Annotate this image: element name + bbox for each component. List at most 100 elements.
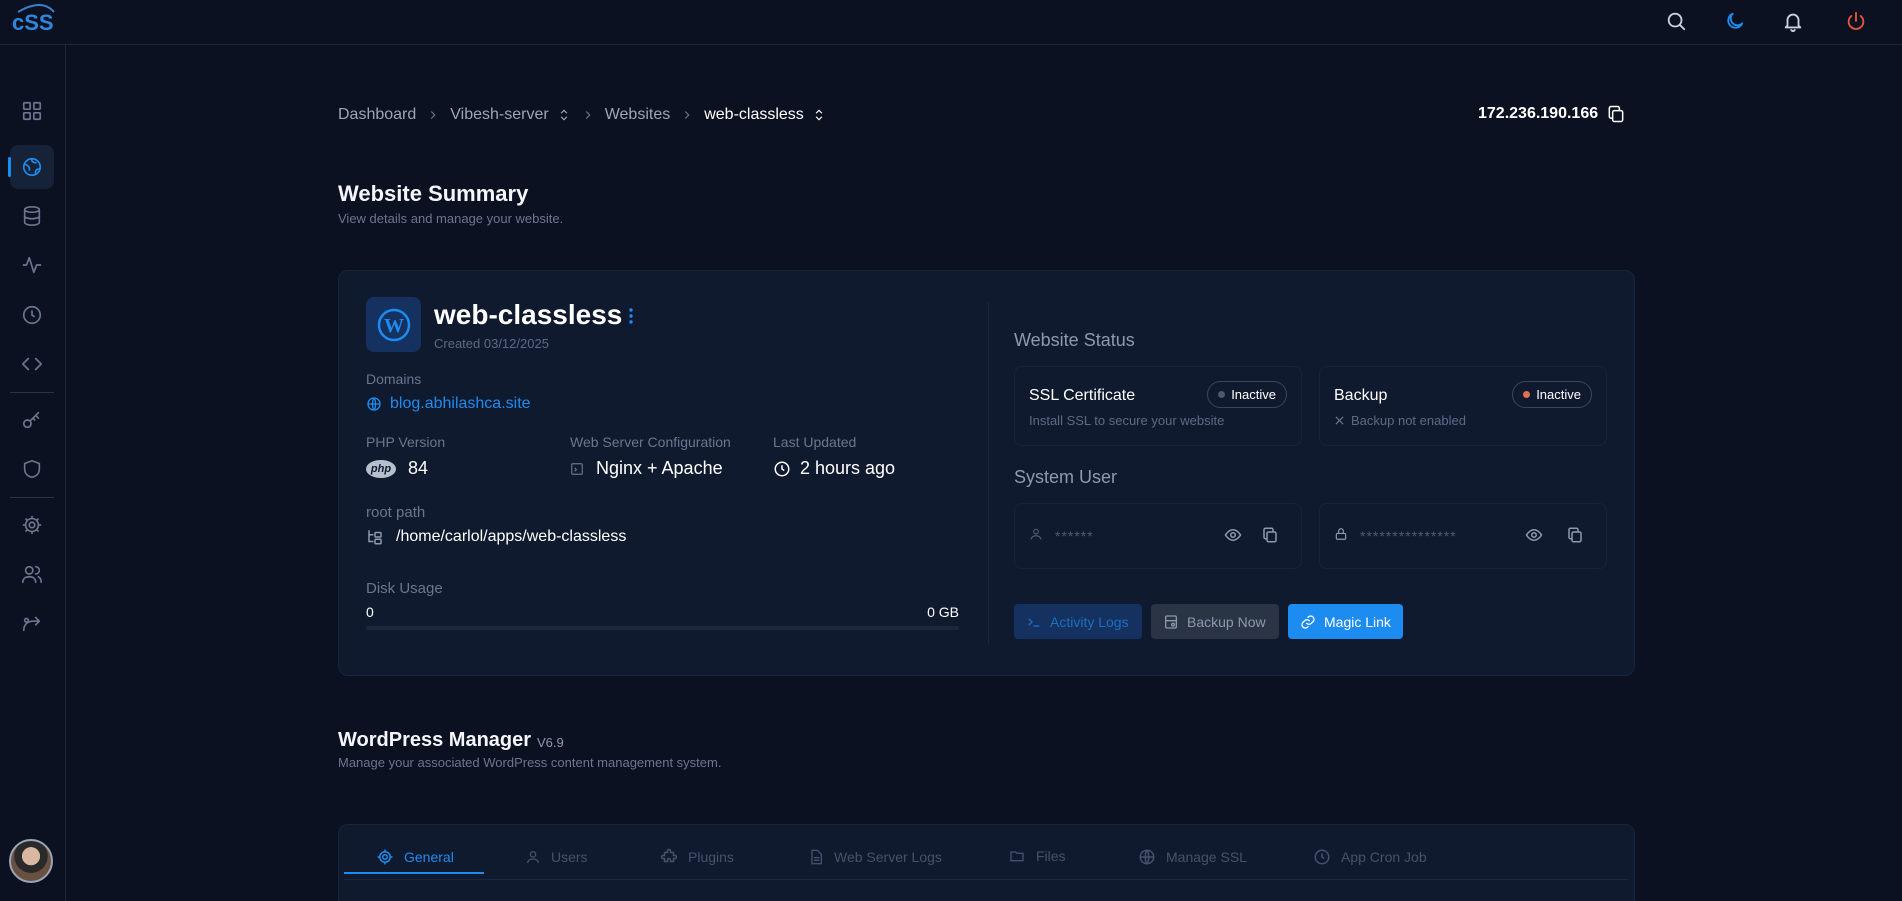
dashboard-grid-icon[interactable] — [10, 89, 54, 133]
last-updated-label: Last Updated — [773, 434, 857, 450]
chevron-up-down-icon[interactable] — [812, 107, 826, 123]
breadcrumb-dashboard[interactable]: Dashboard — [338, 106, 416, 124]
backup-now-label: Backup Now — [1187, 613, 1266, 630]
last-updated: 2 hours ago — [773, 458, 895, 479]
clock-icon[interactable] — [10, 293, 54, 337]
chevron-up-down-icon[interactable] — [557, 107, 571, 123]
tab-plugins-label: Plugins — [688, 849, 734, 865]
backup-icon — [1165, 614, 1177, 629]
magic-link-button[interactable]: Magic Link — [1288, 604, 1403, 639]
disk-usage-max: 0 GB — [927, 604, 959, 620]
domain-text: blog.abhilashca.site — [390, 395, 531, 412]
activity-logs-button[interactable]: Activity Logs — [1014, 604, 1142, 639]
magic-link-label: Magic Link — [1324, 613, 1391, 630]
root-path-value: /home/carlol/apps/web-classless — [396, 528, 627, 545]
activity-icon[interactable] — [10, 243, 54, 287]
eye-icon[interactable] — [1223, 526, 1243, 544]
ssl-description: Install SSL to secure your website — [1029, 413, 1225, 428]
gear-icon — [377, 849, 393, 865]
domains-label: Domains — [366, 371, 422, 387]
tab-manage-ssl[interactable]: Manage SSL — [1138, 848, 1247, 866]
shield-icon[interactable] — [10, 447, 54, 491]
root-path: /home/carlol/apps/web-classless — [366, 528, 626, 546]
ssl-status-badge: Inactive — [1207, 381, 1287, 408]
backup-title: Backup — [1334, 387, 1388, 404]
php-version: php 84 — [366, 458, 428, 479]
ssl-certificate-title: SSL Certificate — [1029, 387, 1136, 404]
power-icon[interactable] — [1841, 6, 1871, 36]
code-icon[interactable] — [10, 342, 54, 386]
backup-description: Backup not enabled — [1351, 413, 1466, 428]
status-dot — [1218, 391, 1226, 398]
key-icon[interactable] — [10, 398, 54, 442]
user-icon — [527, 851, 539, 864]
moon-icon[interactable] — [1720, 6, 1750, 36]
wordpress-manager-subtitle: Manage your associated WordPress content… — [338, 755, 722, 770]
wordpress-version: V6.9 — [537, 735, 564, 750]
card-divider — [988, 302, 989, 644]
svg-text:cSS: cSS — [12, 10, 54, 35]
disk-usage-min: 0 — [366, 604, 374, 620]
username-mask: ****** — [1055, 528, 1094, 544]
breadcrumb-current-site[interactable]: web-classless — [704, 106, 804, 124]
active-tab-indicator — [344, 872, 484, 874]
globe-icon — [366, 396, 382, 412]
copy-icon[interactable] — [1566, 526, 1584, 544]
route-icon[interactable] — [10, 601, 54, 645]
top-bar: cSS — [0, 0, 1902, 45]
breadcrumb: Dashboard Vibesh-server Websites web-cla… — [338, 104, 826, 126]
wordpress-logo-icon: W — [366, 297, 421, 352]
breadcrumb-server[interactable]: Vibesh-server — [450, 106, 548, 124]
tab-plugins[interactable]: Plugins — [660, 848, 734, 866]
tab-manage-ssl-label: Manage SSL — [1166, 849, 1247, 865]
php-version-label: PHP Version — [366, 434, 446, 450]
gear-icon[interactable] — [10, 503, 54, 547]
root-path-label: root path — [366, 504, 426, 521]
chevron-right-icon — [426, 108, 440, 122]
domain-link[interactable]: blog.abhilashca.site — [366, 395, 531, 413]
app-logo[interactable]: cSS — [8, 2, 60, 38]
user-avatar[interactable] — [9, 839, 53, 883]
backup-now-button[interactable]: Backup Now — [1151, 604, 1279, 639]
tabs-divider — [344, 879, 1628, 880]
disk-usage-range: 0 0 GB — [366, 604, 959, 620]
breadcrumb-websites[interactable]: Websites — [605, 106, 671, 124]
copy-icon[interactable] — [1606, 104, 1626, 124]
user-icon — [1029, 526, 1043, 542]
tab-web-server-logs[interactable]: Web Server Logs — [808, 848, 942, 866]
search-icon[interactable] — [1661, 6, 1691, 36]
web-server-value: Nginx + Apache — [596, 458, 723, 478]
page-subtitle: View details and manage your website. — [338, 211, 564, 226]
globe-icon[interactable] — [8, 145, 54, 189]
backup-status-badge: Inactive — [1512, 381, 1592, 408]
site-name: web-classless — [434, 299, 623, 330]
chevron-right-icon — [680, 108, 694, 122]
users-icon[interactable] — [10, 552, 54, 596]
sidebar-divider — [10, 497, 54, 498]
tab-general[interactable]: General — [376, 848, 454, 866]
more-options-icon[interactable] — [624, 306, 638, 326]
server-icon — [570, 462, 584, 476]
password-field: *************** — [1319, 503, 1607, 569]
ssl-certificate-card: SSL Certificate Inactive Install SSL to … — [1014, 366, 1302, 446]
backup-description-row: Backup not enabled — [1334, 413, 1466, 428]
server-ip-text: 172.236.190.166 — [1478, 105, 1599, 122]
bell-icon[interactable] — [1778, 6, 1808, 36]
x-icon — [1334, 415, 1345, 426]
tab-app-cron-job-label: App Cron Job — [1341, 849, 1427, 865]
globe-icon — [1139, 849, 1155, 865]
database-icon[interactable] — [10, 194, 54, 238]
puzzle-icon — [660, 848, 678, 863]
server-ip: 172.236.190.166 — [1478, 104, 1626, 124]
last-updated-value: 2 hours ago — [800, 458, 896, 478]
tab-users-label: Users — [551, 849, 588, 865]
backup-card: Backup Inactive Backup not enabled — [1319, 366, 1607, 446]
eye-icon[interactable] — [1524, 526, 1544, 544]
activity-logs-label: Activity Logs — [1050, 613, 1129, 630]
username-field: ****** — [1014, 503, 1302, 569]
tab-users[interactable]: Users — [525, 848, 588, 866]
disk-usage-label: Disk Usage — [366, 580, 443, 597]
tab-files[interactable]: Files — [1008, 848, 1066, 864]
copy-icon[interactable] — [1261, 526, 1279, 544]
tab-app-cron-job[interactable]: App Cron Job — [1313, 848, 1427, 866]
